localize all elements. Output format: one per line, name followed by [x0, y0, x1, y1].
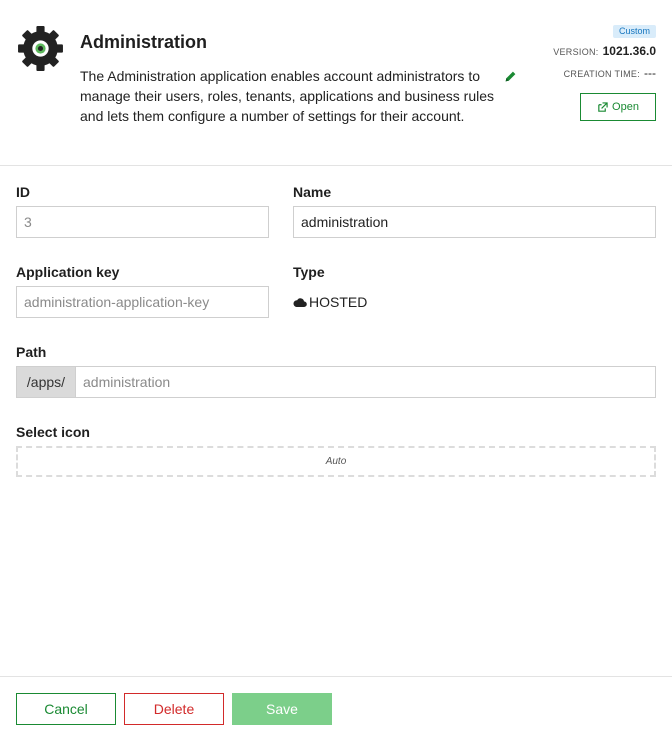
app-description: The Administration application enables a…	[80, 68, 495, 124]
version-label: VERSION:	[553, 47, 599, 57]
open-button[interactable]: Open	[580, 93, 656, 121]
select-icon-label: Select icon	[16, 424, 90, 440]
name-label: Name	[293, 184, 332, 200]
creation-time-row: CREATION TIME: ---	[564, 66, 656, 80]
version-value: 1021.36.0	[602, 44, 656, 58]
creation-time-value: ---	[644, 66, 656, 80]
type-text: HOSTED	[309, 294, 368, 310]
creation-time-label: CREATION TIME:	[563, 69, 640, 79]
page-title: Administration	[80, 32, 208, 52]
app-header: Administration The Administration applic…	[0, 0, 672, 166]
path-field[interactable]: administration	[75, 366, 656, 398]
path-label: Path	[16, 344, 47, 360]
id-label: ID	[16, 184, 30, 200]
delete-button[interactable]: Delete	[124, 693, 224, 725]
save-button[interactable]: Save	[232, 693, 332, 725]
application-key-label: Application key	[16, 264, 120, 280]
type-label: Type	[293, 264, 325, 280]
footer-bar: Cancel Delete Save	[0, 676, 672, 740]
icon-picker[interactable]: Auto	[16, 446, 656, 477]
open-button-label: Open	[612, 101, 639, 113]
cancel-button[interactable]: Cancel	[16, 693, 116, 725]
application-key-field[interactable]: administration-application-key	[16, 286, 269, 318]
id-field[interactable]: 3	[16, 206, 269, 238]
type-value: HOSTED	[293, 294, 367, 310]
pencil-icon[interactable]	[504, 70, 517, 83]
cloud-icon	[293, 297, 307, 307]
custom-badge: Custom	[612, 25, 656, 38]
external-link-icon	[598, 101, 608, 112]
version-row: VERSION: 1021.36.0	[553, 44, 656, 58]
path-prefix: /apps/	[16, 366, 76, 398]
gear-icon	[18, 26, 63, 71]
name-field[interactable]: administration	[293, 206, 656, 238]
